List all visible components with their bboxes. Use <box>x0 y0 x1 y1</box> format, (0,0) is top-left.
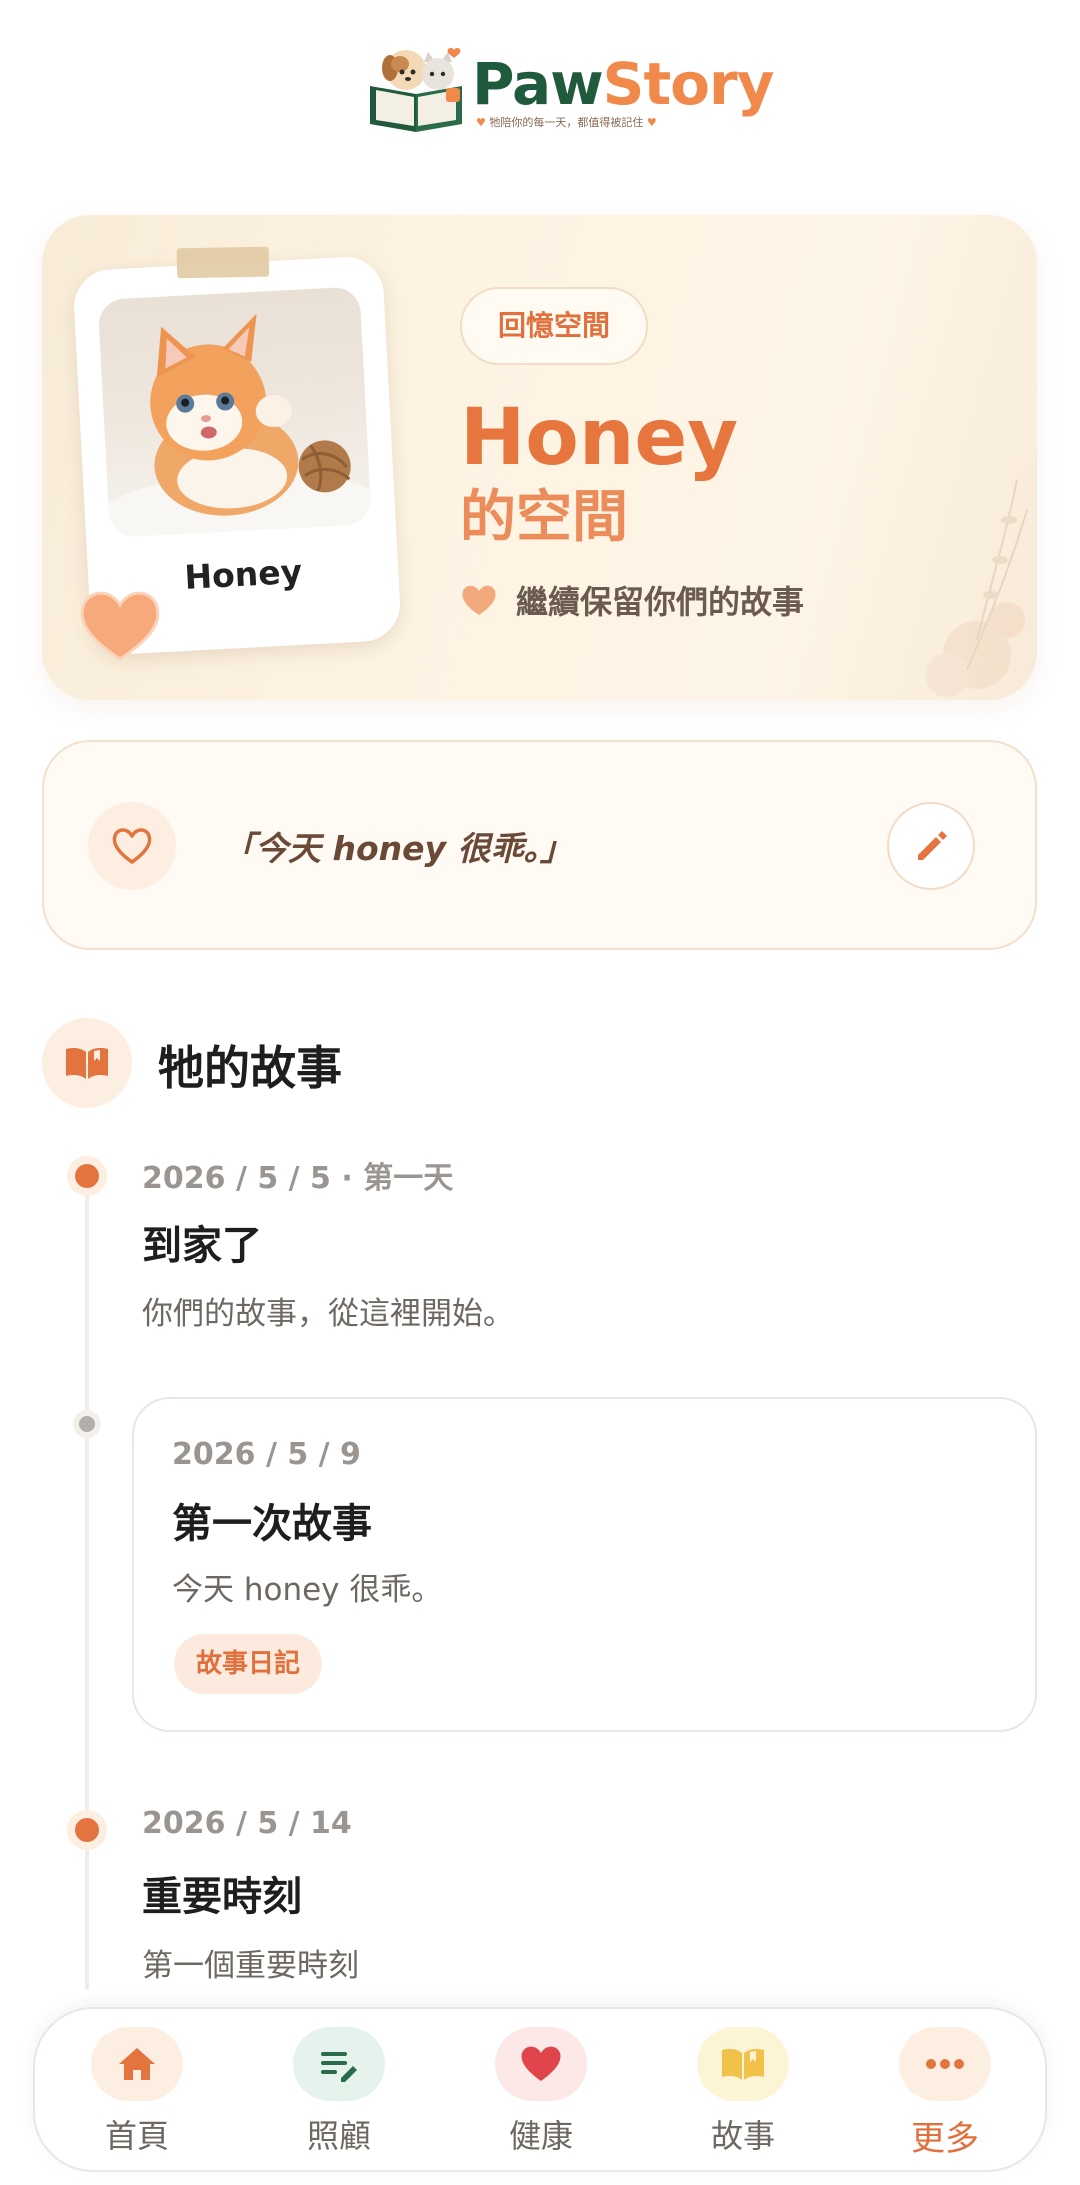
more-icon <box>899 2027 991 2101</box>
event-desc: 你們的故事，從這裡開始。 <box>142 1296 514 1332</box>
event-title[interactable]: 重要時刻 <box>142 1864 302 1922</box>
nav-item-story[interactable]: 故事 <box>678 2027 808 2157</box>
open-book-icon <box>66 1048 108 1079</box>
heart-icon <box>495 2027 587 2101</box>
paw-story-logo-icon <box>370 47 462 132</box>
pet-photo <box>97 286 372 538</box>
hero-card: Honey 回憶空間 Honey 的空間 繼續保留你們的故事 <box>42 215 1037 700</box>
floral-decoration-icon <box>925 479 1028 697</box>
quote-heart-button[interactable] <box>88 802 176 890</box>
story-section-icon <box>42 1018 132 1108</box>
pencil-icon <box>918 831 947 860</box>
care-list-icon <box>293 2027 385 2101</box>
nav-item-more[interactable]: 更多 <box>880 2027 1010 2160</box>
timeline-line <box>85 1185 89 1990</box>
story-card[interactable]: 2026 / 5 / 9 第一次故事 今天 honey 很乖。 故事日記 <box>132 1397 1037 1732</box>
quote-text: 「今天 honey 很乖。」 <box>222 829 574 868</box>
timeline-dot <box>75 1818 99 1842</box>
event-desc: 第一個重要時刻 <box>142 1948 359 1984</box>
event-date: 2026 / 5 / 14 <box>142 1806 352 1841</box>
nav-item-home[interactable]: 首頁 <box>72 2027 202 2157</box>
kitten-illustration-icon <box>97 313 372 538</box>
brand-tagline: ♥ 牠陪你的每一天，都值得被記住 ♥ <box>476 116 657 129</box>
nav-item-care[interactable]: 照顧 <box>274 2027 404 2157</box>
heart-outline-icon <box>112 828 152 864</box>
home-icon <box>91 2027 183 2101</box>
brand-name: PawStory <box>472 50 774 118</box>
story-diary-tag[interactable]: 故事日記 <box>174 1634 323 1694</box>
timeline-dot <box>79 1416 95 1432</box>
memory-space-badge[interactable]: 回憶空間 <box>460 287 648 365</box>
timeline-dot <box>75 1164 99 1188</box>
heart-decoration-icon <box>80 591 160 661</box>
event-date: 2026 / 5 / 5 · 第一天 <box>142 1161 454 1196</box>
section-title: 牠的故事 <box>158 1041 342 1095</box>
event-date: 2026 / 5 / 9 <box>172 1437 361 1472</box>
app-logo: PawStory ♥ 牠陪你的每一天，都值得被記住 ♥ <box>366 42 774 142</box>
hero-message: 繼續保留你們的故事 <box>460 577 804 623</box>
heart-icon <box>462 585 496 615</box>
event-title[interactable]: 到家了 <box>142 1213 262 1271</box>
nav-item-health[interactable]: 健康 <box>476 2027 606 2157</box>
book-icon <box>697 2027 789 2101</box>
edit-quote-button[interactable] <box>887 802 975 890</box>
bottom-navigation: 首頁 照顧 健康 故事 更多 <box>33 2007 1047 2172</box>
event-desc: 今天 honey 很乖。 <box>172 1572 443 1608</box>
event-title: 第一次故事 <box>172 1501 372 1547</box>
pet-name-title: Honey <box>460 393 739 483</box>
tape-decoration <box>176 246 270 279</box>
space-subtitle: 的空間 <box>460 485 628 550</box>
daily-quote-card: 「今天 honey 很乖。」 <box>42 740 1037 950</box>
